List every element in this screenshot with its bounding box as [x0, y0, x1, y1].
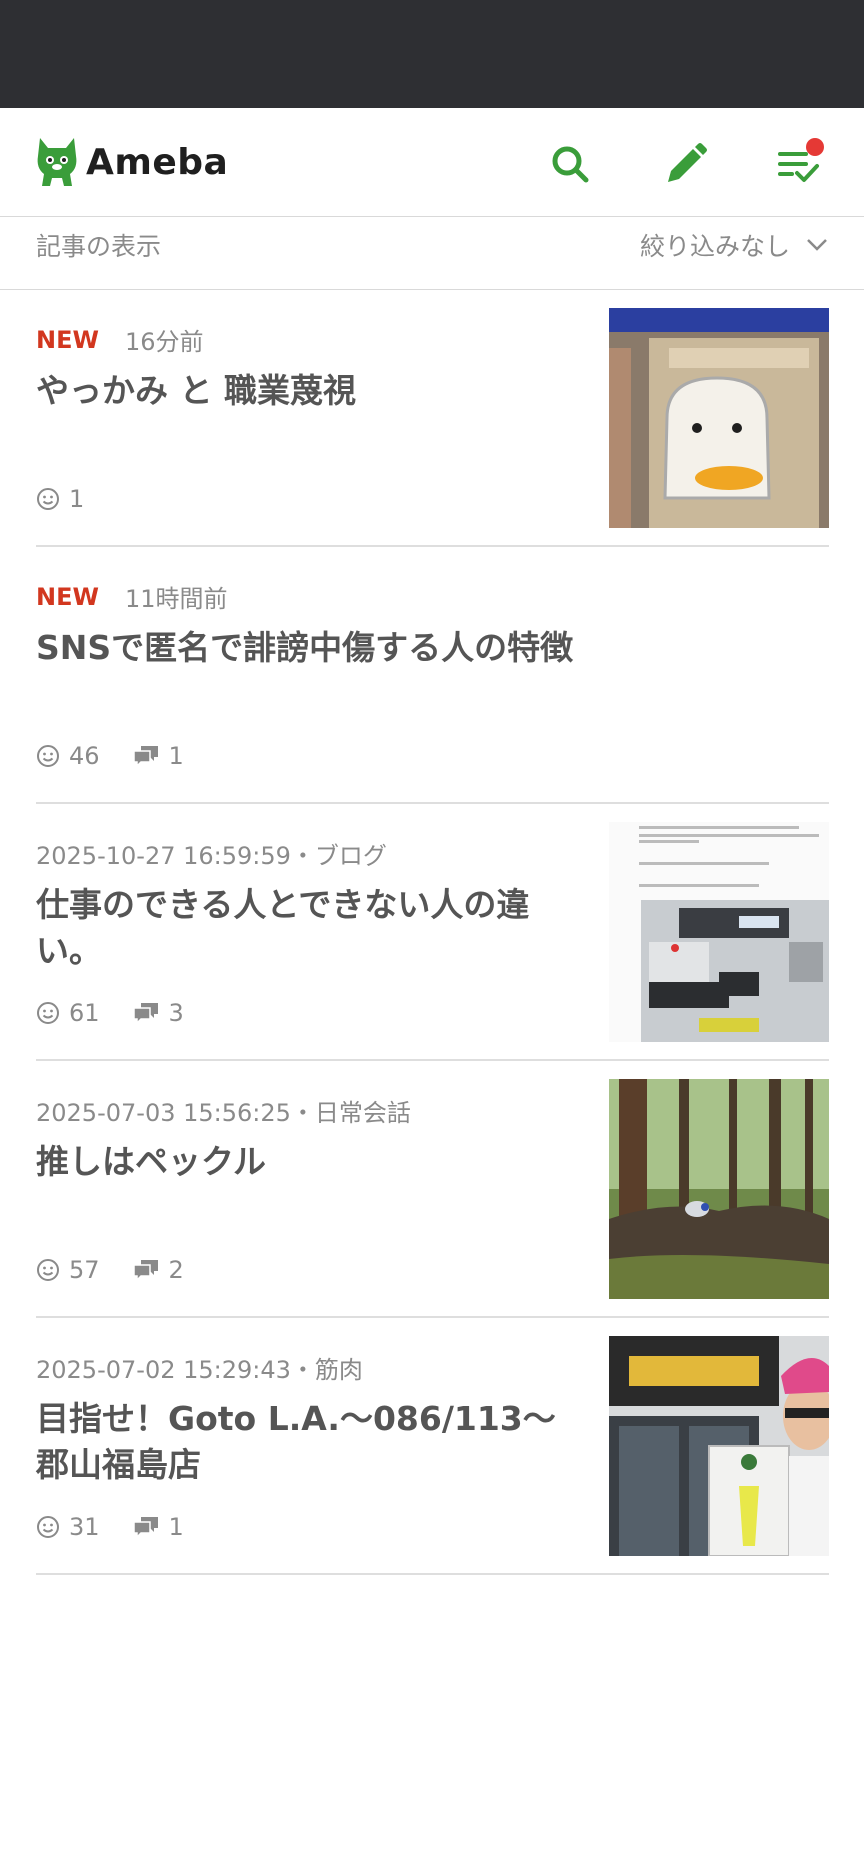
entry-thumbnail[interactable]: [609, 1079, 829, 1299]
edit-pencil-icon: [668, 143, 707, 182]
comment-icon: [132, 746, 158, 768]
entry-time: 2025-10-27 16:59:59・ブログ: [36, 842, 387, 870]
filter-row: 記事の表示 絞り込みなし: [0, 217, 864, 290]
likes-stat: 46: [36, 742, 100, 770]
entry-time: 11時間前: [124, 585, 228, 613]
comments-stat: 2: [132, 1256, 184, 1284]
likes-stat: 1: [36, 485, 84, 513]
app-header: Ameba: [0, 108, 864, 217]
ameba-logo[interactable]: Ameba: [34, 130, 228, 194]
entry-title[interactable]: 目指せ！Goto L.A.〜086/113〜郡山福島店: [36, 1396, 576, 1488]
status-bar: [0, 0, 864, 108]
entry-meta: 2025-07-03 15:56:25・日常会話: [36, 1093, 411, 1128]
entry-thumbnail[interactable]: [609, 308, 829, 528]
comments-count: 1: [168, 742, 184, 770]
entry-thumbnail[interactable]: [609, 1336, 829, 1556]
entry-thumbnail[interactable]: [609, 822, 829, 1042]
entry-stats: 61 3: [36, 999, 216, 1027]
comments-stat: 3: [132, 999, 184, 1027]
thumbnail-duck-wallet-image: [609, 308, 829, 528]
ameba-mascot-icon: [37, 138, 77, 186]
entry-stats: 46 1: [36, 742, 216, 770]
search-icon: [552, 146, 589, 183]
entry-meta: NEW 11時間前: [36, 579, 228, 614]
thumbnail-ticket-machine-image: [609, 822, 829, 1042]
entry-stats: 57 2: [36, 1256, 216, 1284]
likes-count: 31: [69, 1513, 100, 1541]
entry-item[interactable]: 2025-07-02 15:29:43・筋肉 目指せ！Goto L.A.〜086…: [36, 1318, 829, 1575]
likes-stat: 61: [36, 999, 100, 1027]
comments-count: 3: [168, 999, 184, 1027]
search-button[interactable]: [540, 134, 600, 194]
likes-count: 46: [69, 742, 100, 770]
entry-time: 16分前: [124, 328, 204, 356]
entry-item[interactable]: NEW 16分前 やっかみ と 職業蔑視 1: [36, 290, 829, 547]
entry-item[interactable]: 2025-07-03 15:56:25・日常会話 推しはペックル 57 2: [36, 1061, 829, 1318]
thumbnail-gym-entrance-image: [609, 1336, 829, 1556]
smile-icon: [37, 1259, 59, 1281]
chevron-down-icon: [807, 239, 827, 251]
likes-stat: 31: [36, 1513, 100, 1541]
comments-stat: 1: [132, 1513, 184, 1541]
comments-count: 2: [168, 1256, 184, 1284]
entry-meta: NEW 16分前: [36, 322, 204, 357]
filter-label: 記事の表示: [36, 232, 162, 261]
smile-icon: [37, 1002, 59, 1024]
logo-text: Ameba: [86, 141, 229, 183]
likes-count: 57: [69, 1256, 100, 1284]
entry-stats: 1: [36, 485, 116, 513]
entry-title[interactable]: 推しはペックル: [36, 1139, 576, 1185]
likes-stat: 57: [36, 1256, 100, 1284]
entry-item[interactable]: 2025-10-27 16:59:59・ブログ 仕事のできる人とできない人の違い…: [36, 804, 829, 1061]
entry-title[interactable]: 仕事のできる人とできない人の違い。: [36, 882, 576, 974]
new-badge: NEW: [36, 325, 99, 354]
write-post-button[interactable]: [656, 134, 716, 194]
likes-count: 61: [69, 999, 100, 1027]
new-badge: NEW: [36, 582, 99, 611]
entry-title[interactable]: SNSで匿名で誹謗中傷する人の特徴: [36, 625, 829, 671]
notification-list-button[interactable]: [768, 134, 828, 194]
comment-icon: [132, 1003, 158, 1025]
comments-stat: 1: [132, 742, 184, 770]
notification-badge: [806, 138, 824, 156]
entry-time: 2025-07-03 15:56:25・日常会話: [36, 1099, 411, 1127]
smile-icon: [37, 1516, 59, 1538]
entry-item[interactable]: NEW 11時間前 SNSで匿名で誹謗中傷する人の特徴 46 1: [36, 547, 829, 804]
entry-stats: 31 1: [36, 1513, 216, 1541]
filter-value: 絞り込みなし: [639, 232, 790, 261]
entry-title[interactable]: やっかみ と 職業蔑視: [36, 368, 576, 414]
entry-list: NEW 16分前 やっかみ と 職業蔑視 1 NEW 11時間前 SNSで匿名で…: [0, 290, 864, 1575]
likes-count: 1: [69, 485, 85, 513]
entry-time: 2025-07-02 15:29:43・筋肉: [36, 1356, 363, 1384]
entry-meta: 2025-07-02 15:29:43・筋肉: [36, 1350, 363, 1385]
smile-icon: [37, 745, 59, 767]
comments-count: 1: [168, 1513, 184, 1541]
comment-icon: [132, 1260, 158, 1282]
thumbnail-forest-image: [609, 1079, 829, 1299]
comment-icon: [132, 1517, 158, 1539]
entry-meta: 2025-10-27 16:59:59・ブログ: [36, 836, 387, 871]
smile-icon: [37, 488, 59, 510]
filter-dropdown[interactable]: 絞り込みなし: [640, 227, 828, 263]
